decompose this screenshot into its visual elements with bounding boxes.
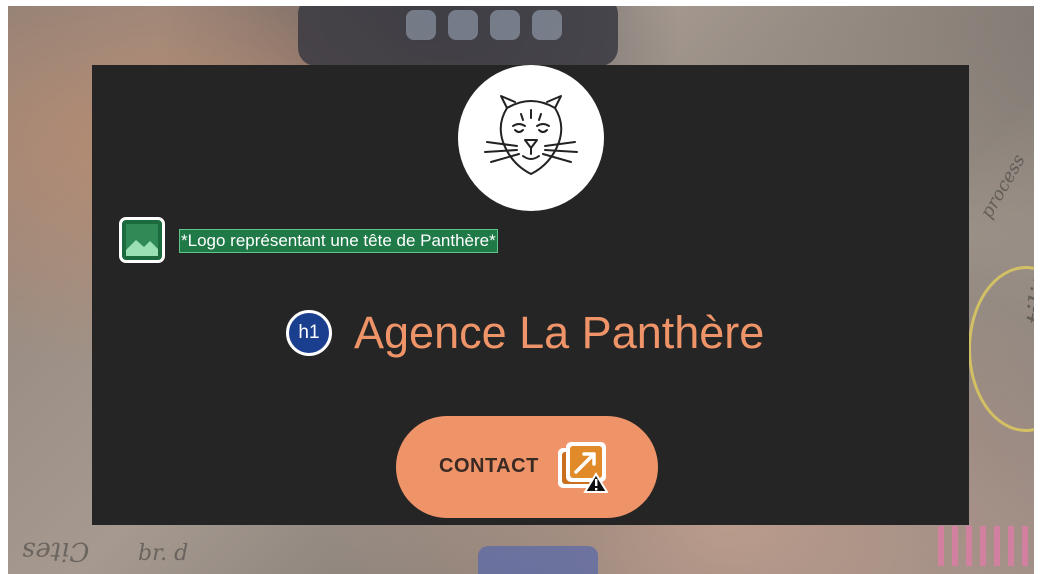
image-alt-text: *Logo représentant une tête de Panthère*: [179, 229, 498, 253]
image-icon: [126, 224, 158, 256]
contact-button[interactable]: CONTACT: [396, 416, 658, 518]
external-link-warning-icon: [558, 442, 608, 493]
contact-button-label: CONTACT: [439, 455, 539, 477]
h1-badge: h1: [286, 310, 332, 356]
panther-head-icon: [484, 95, 578, 175]
hero-card: *Logo représentant une tête de Panthère*…: [92, 65, 969, 525]
page-title: Agence La Panthère: [354, 307, 765, 358]
image-alt-badge: [119, 217, 165, 263]
background-phone: [298, 6, 618, 66]
logo: [458, 65, 604, 211]
